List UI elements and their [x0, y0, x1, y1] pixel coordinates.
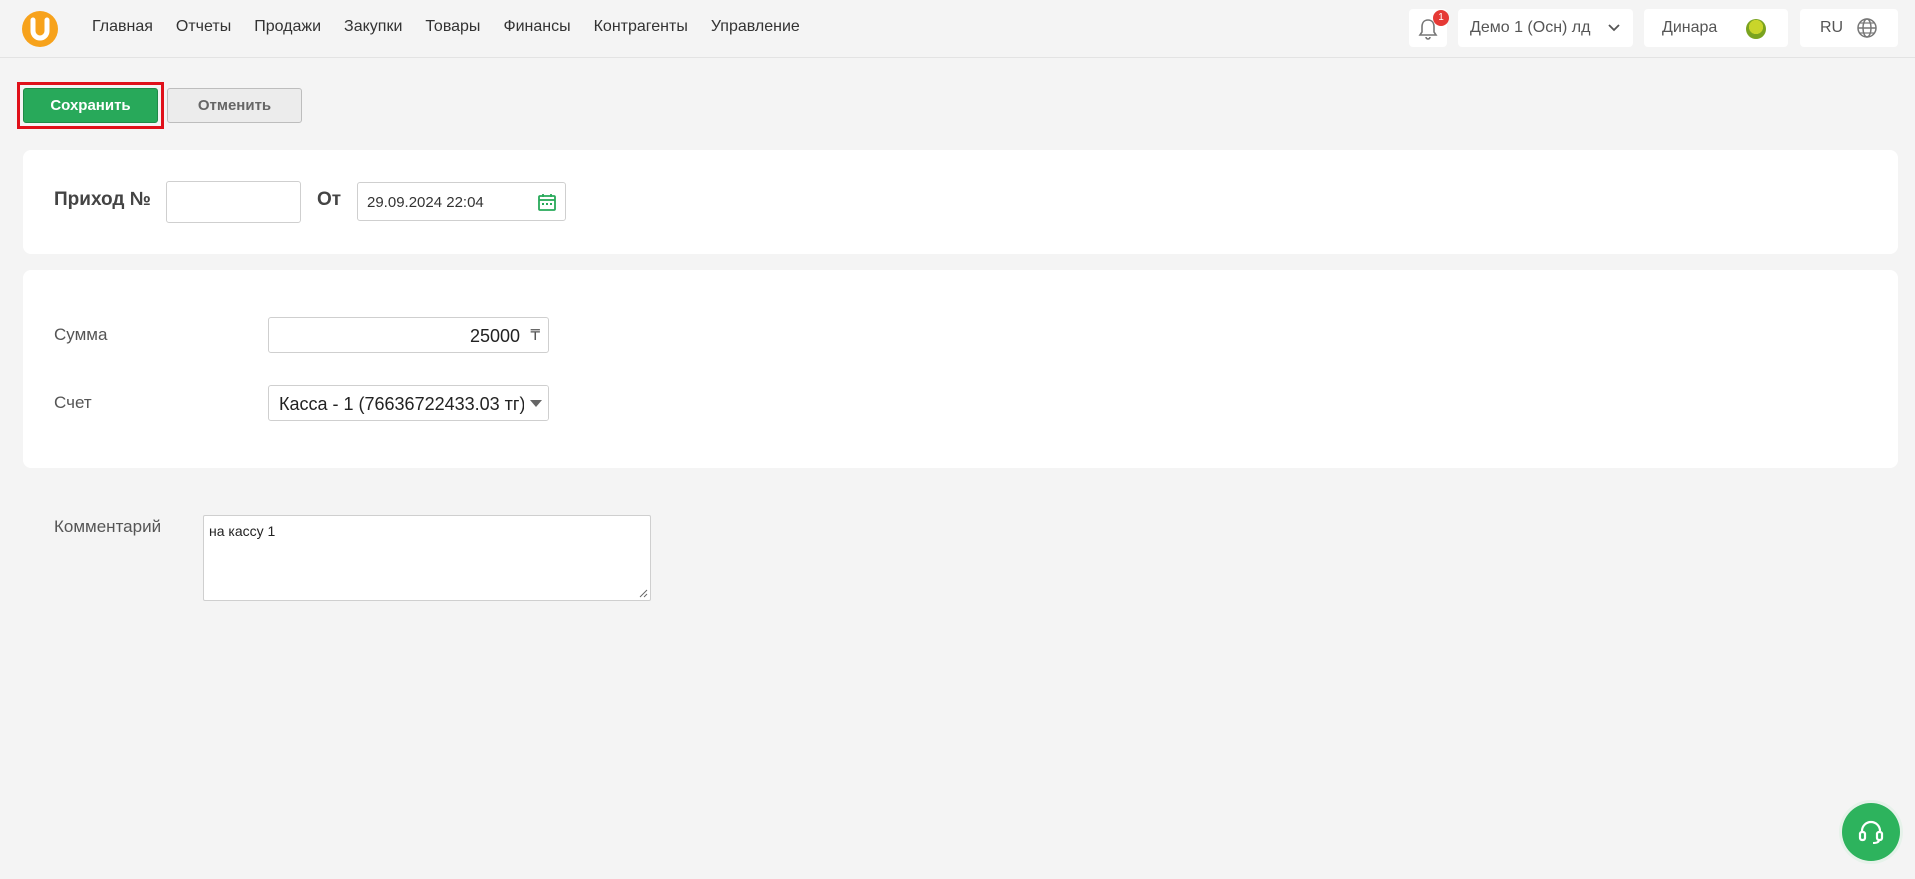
user-name: Динара — [1662, 19, 1718, 36]
nav-item-management[interactable]: Управление — [711, 18, 800, 36]
comment-label: Комментарий — [54, 517, 162, 536]
currency-icon: ₸ — [530, 327, 540, 344]
language-label: RU — [1820, 19, 1844, 36]
nav-item-finance[interactable]: Финансы — [503, 18, 570, 36]
organization-label: Демо 1 (Осн) лд — [1470, 19, 1591, 36]
user-menu[interactable]: Динара — [1644, 9, 1788, 47]
document-header-card — [23, 150, 1898, 254]
nav-item-sales[interactable]: Продажи — [254, 18, 321, 36]
date-value: 29.09.2024 22:04 — [367, 194, 484, 211]
language-selector[interactable]: RU — [1800, 9, 1898, 47]
nav-item-reports[interactable]: Отчеты — [176, 18, 231, 36]
globe-icon — [1857, 18, 1877, 38]
date-from-label: От — [317, 189, 342, 210]
app-logo[interactable] — [22, 11, 58, 47]
payment-details-card — [23, 270, 1898, 468]
dropdown-arrow-icon — [524, 386, 548, 420]
nav-item-goods[interactable]: Товары — [425, 18, 480, 36]
chevron-down-icon — [1608, 24, 1620, 32]
account-label: Счет — [54, 393, 92, 412]
avatar — [1746, 19, 1766, 39]
sum-value: 25000 — [469, 326, 520, 346]
calendar-icon[interactable] — [537, 192, 557, 212]
top-bar: Главная Отчеты Продажи Закупки Товары Фи… — [0, 0, 1915, 58]
sum-label: Сумма — [54, 325, 108, 344]
main-nav: Главная Отчеты Продажи Закупки Товары Фи… — [92, 18, 823, 36]
support-chat-button[interactable] — [1842, 803, 1900, 861]
sum-input[interactable]: 25000 ₸ — [268, 317, 549, 353]
save-button[interactable]: Сохранить — [23, 88, 158, 123]
resize-handle-icon[interactable] — [638, 588, 648, 598]
date-input[interactable]: 29.09.2024 22:04 — [357, 182, 566, 221]
organization-selector[interactable]: Демо 1 (Осн) лд — [1458, 9, 1633, 47]
headset-icon — [1858, 820, 1884, 844]
account-value: Касса - 1 (76636722433.03 тг) — [279, 394, 526, 414]
notifications-button[interactable]: 1 — [1409, 9, 1449, 47]
comment-value: на кассу 1 — [209, 523, 276, 539]
account-select[interactable]: Касса - 1 (76636722433.03 тг) — [268, 385, 549, 421]
comment-textarea[interactable]: на кассу 1 — [203, 515, 651, 601]
nav-item-home[interactable]: Главная — [92, 18, 153, 36]
nav-item-purchases[interactable]: Закупки — [344, 18, 402, 36]
receipt-number-input[interactable] — [166, 181, 301, 223]
receipt-number-label: Приход № — [54, 189, 151, 210]
nav-item-contractors[interactable]: Контрагенты — [594, 18, 688, 36]
cancel-button[interactable]: Отменить — [167, 88, 302, 123]
notification-badge: 1 — [1433, 10, 1449, 26]
save-button-highlight: Сохранить — [17, 82, 164, 129]
